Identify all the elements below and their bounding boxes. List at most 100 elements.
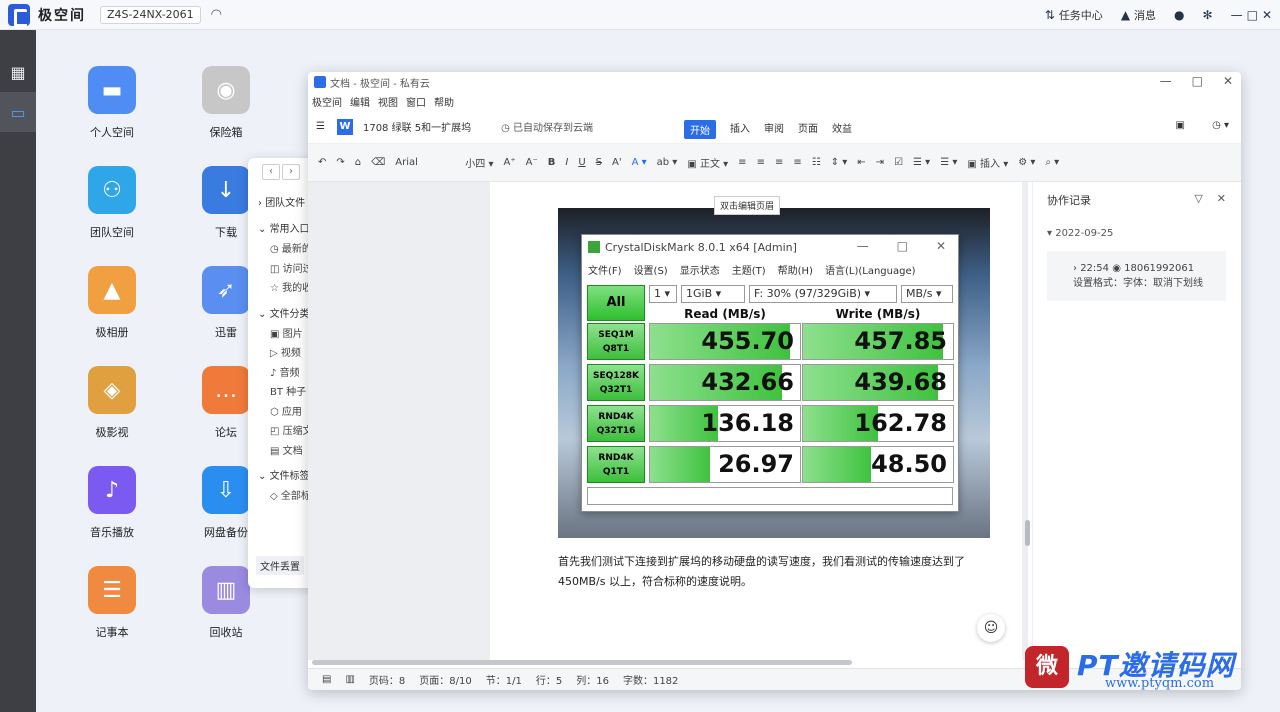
highlight-icon[interactable]: ab ▾	[657, 157, 678, 168]
search-icon[interactable]: ⌕ ▾	[1045, 157, 1059, 168]
collab-record[interactable]: › 22:54 ◉ 18061992061 设置格式：字体：取消下划线	[1047, 251, 1226, 301]
insert-button[interactable]: ▣ 插入 ▾	[967, 155, 1008, 170]
desktop-app-1[interactable]: ▬ 个人空间	[72, 66, 152, 140]
bell-icon[interactable]: ▲	[1121, 8, 1130, 22]
underline-icon[interactable]: U	[578, 157, 585, 168]
indent-inc-icon[interactable]: ⇥	[876, 157, 884, 168]
collab-close-icon[interactable]: ✕	[1217, 192, 1226, 205]
justify-icon[interactable]: ≡	[793, 157, 801, 168]
history-icon[interactable]: ◷ ▾	[1212, 120, 1229, 131]
cdm-read-cell: 136.18	[649, 405, 801, 442]
format-painter-icon[interactable]: ⌂	[355, 157, 361, 168]
italic-icon[interactable]: I	[565, 157, 568, 168]
doc-file-name[interactable]: 1708 绿联 5和一扩展坞	[363, 119, 471, 134]
align-left-icon[interactable]: ≡	[738, 157, 746, 168]
doc-tab[interactable]: 效益	[832, 120, 852, 139]
hamburger-icon[interactable]: ☰	[316, 121, 325, 132]
font-color-icon[interactable]: A ▾	[632, 157, 647, 168]
align-right-icon[interactable]: ≡	[775, 157, 783, 168]
desktop-app-9[interactable]: ♪ 音乐播放	[72, 466, 152, 540]
cdm-menubar: 文件(F) 设置(S) 显示状态 主题(T) 帮助(H) 语言(L)(Language)	[582, 259, 958, 279]
folder-icon: ▬	[88, 66, 136, 114]
user-icon[interactable]: ●	[1174, 8, 1184, 22]
desktop-app-11[interactable]: ☰ 记事本	[72, 566, 152, 640]
task-center-icon[interactable]: ⇅	[1045, 8, 1055, 22]
forum-icon: …	[202, 366, 250, 414]
eraser-icon[interactable]: ⌫	[371, 157, 385, 168]
watermark-badge: 微	[1025, 646, 1069, 688]
desktop-app-label: 回收站	[209, 626, 243, 639]
doc-tab[interactable]: 页面	[798, 120, 818, 139]
fm-footer[interactable]: 文件丢置	[256, 556, 304, 575]
font-select[interactable]: Arial	[395, 157, 455, 168]
cdm-row-label: SEQ128K Q32T1	[587, 364, 645, 401]
undo-icon[interactable]: ↶	[318, 157, 326, 168]
redo-icon[interactable]: ↷	[336, 157, 344, 168]
app-title: 极空间	[38, 7, 86, 24]
style-select[interactable]: ▣ 正文 ▾	[687, 155, 728, 170]
indent-dec-icon[interactable]: ⇤	[857, 157, 865, 168]
doc-minimize-icon[interactable]: —	[1160, 74, 1172, 88]
cdm-menu-item: 设置(S)	[633, 265, 668, 277]
cdm-drive-select: F: 30% (97/329GiB) ▾	[749, 285, 897, 303]
apps-grid-icon[interactable]: ▦	[0, 52, 36, 92]
filter-icon[interactable]: ▽	[1194, 192, 1202, 205]
doc-close-icon[interactable]: ✕	[1223, 74, 1233, 88]
cdm-write-bar	[803, 447, 871, 482]
watermark: 微 PT邀请码网 www.ptyqm.com	[1025, 642, 1265, 692]
notepad-icon: ☰	[88, 566, 136, 614]
cdm-row-label: SEQ1M Q8T1	[587, 323, 645, 360]
desktop-app-7[interactable]: ◈ 极影视	[72, 366, 152, 440]
line-spacing-icon[interactable]: ⇕ ▾	[831, 157, 848, 168]
size-select[interactable]: 小四 ▾	[465, 155, 493, 170]
doc-maximize-icon[interactable]: □	[1192, 74, 1203, 88]
horizontal-scrollbar[interactable]	[312, 660, 852, 665]
align-center-icon[interactable]: ≡	[757, 157, 765, 168]
numbering-icon[interactable]: ☰ ▾	[940, 157, 957, 168]
maximize-icon[interactable]: □	[1247, 8, 1258, 22]
cdm-close-icon: ✕	[935, 239, 946, 253]
task-center-label[interactable]: 任务中心	[1059, 7, 1103, 23]
minimize-icon[interactable]: —	[1231, 8, 1243, 22]
doc-menu-item[interactable]: 编辑	[350, 94, 370, 109]
grow-font-icon[interactable]: A⁺	[503, 157, 515, 168]
cdm-all-button: All	[587, 285, 645, 321]
gear-icon[interactable]: ✻	[1203, 8, 1213, 22]
doc-menu-item[interactable]: 极空间	[312, 94, 342, 109]
cdm-write-cell: 162.78	[802, 405, 954, 442]
desktop-app-3[interactable]: ⚇ 团队空间	[72, 166, 152, 240]
device-selector[interactable]: Z4S-24NX-2061	[100, 5, 201, 24]
cdm-write-cell: 439.68	[802, 364, 954, 401]
tools-icon[interactable]: ⚙ ▾	[1018, 157, 1035, 168]
share-icon[interactable]: ▣	[1176, 120, 1185, 131]
doc-menu-item[interactable]: 帮助	[434, 94, 454, 109]
doc-paragraph[interactable]: 首先我们测试下连接到扩展坞的移动硬盘的读写速度，我们看测试的传输速度达到了450…	[558, 552, 990, 592]
strike-icon[interactable]: S	[596, 157, 602, 168]
vertical-scrollbar[interactable]	[1025, 520, 1030, 546]
desktop-app-2[interactable]: ◉ 保险箱	[186, 66, 266, 140]
desktop-icon[interactable]: ▭	[0, 92, 36, 132]
download-globe-icon: ↓	[202, 166, 250, 214]
doc-tab[interactable]: 审阅	[764, 120, 784, 139]
outline-icon[interactable]: ▤	[322, 674, 331, 685]
bullets-icon[interactable]: ☰ ▾	[913, 157, 930, 168]
doc-tab[interactable]: 开始	[684, 120, 716, 139]
super-icon[interactable]: A'	[612, 157, 622, 168]
desktop-app-label: 极影视	[95, 426, 129, 439]
checkbox-icon[interactable]: ☑	[894, 157, 903, 168]
messages-label[interactable]: 消息	[1134, 7, 1156, 23]
shrink-font-icon[interactable]: A⁻	[526, 157, 538, 168]
distribute-icon[interactable]: ☷	[812, 157, 821, 168]
cdm-row-label: RND4K Q32T16	[587, 405, 645, 442]
page-icon[interactable]: ▥	[345, 674, 354, 685]
assistant-icon[interactable]: ☺	[977, 614, 1005, 642]
doc-menu-item[interactable]: 窗口	[406, 94, 426, 109]
doc-tab[interactable]: 插入	[730, 120, 750, 139]
desktop-app-5[interactable]: ▲ 极相册	[72, 266, 152, 340]
bold-icon[interactable]: B	[548, 157, 556, 168]
close-icon[interactable]: ✕	[1262, 8, 1272, 22]
doc-menu-item[interactable]: 视图	[378, 94, 398, 109]
collab-date[interactable]: ▾ 2022-09-25	[1033, 228, 1240, 239]
forward-icon[interactable]: ›	[282, 164, 300, 180]
back-icon[interactable]: ‹	[262, 164, 280, 180]
